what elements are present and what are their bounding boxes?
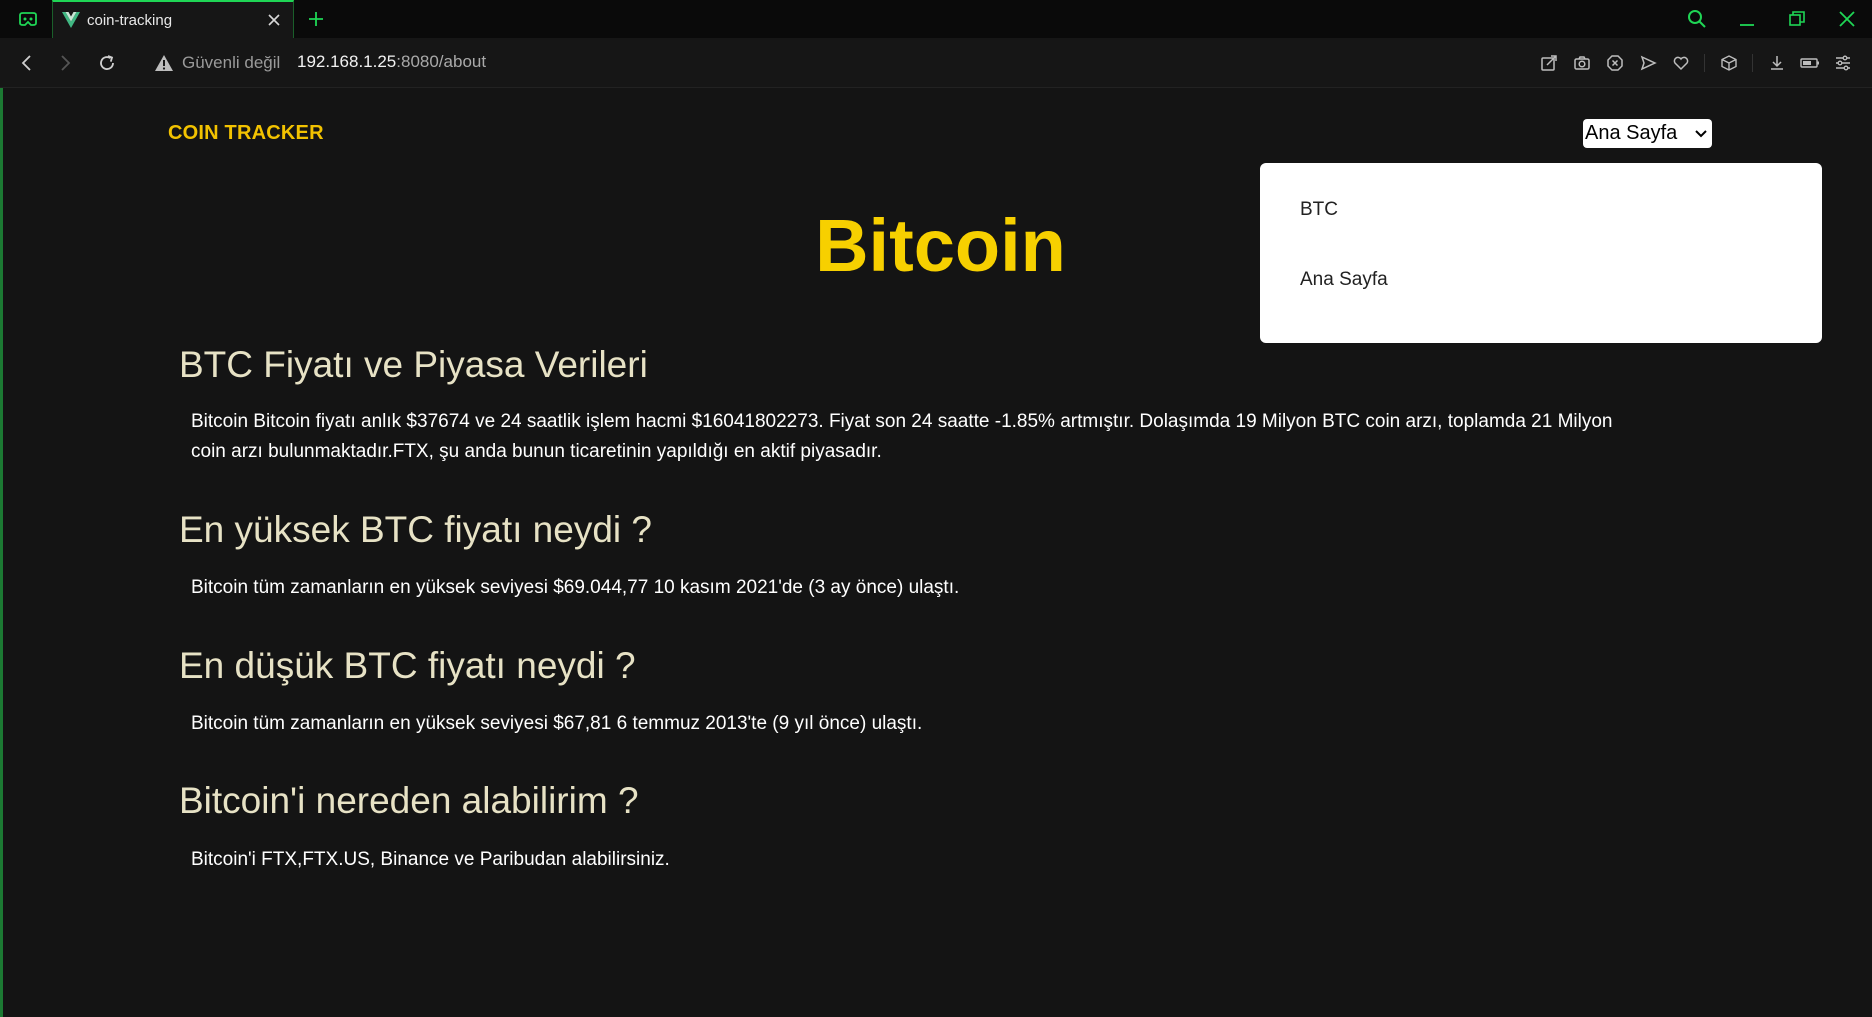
adblock-icon[interactable] — [1603, 51, 1626, 74]
reload-icon[interactable] — [94, 50, 120, 76]
url-host: 192.168.1.25 — [297, 52, 397, 71]
security-label: Güvenli değil — [182, 53, 281, 72]
close-window-icon[interactable] — [1834, 6, 1860, 32]
chevron-down-icon — [1690, 123, 1712, 145]
warning-icon — [155, 55, 173, 71]
security-indicator[interactable]: Güvenli değil — [154, 52, 280, 74]
section-text-lowest: Bitcoin tüm zamanların en yüksek seviyes… — [191, 713, 923, 734]
heart-icon[interactable] — [1669, 51, 1692, 74]
cube-icon[interactable] — [1717, 51, 1740, 74]
download-icon[interactable] — [1765, 51, 1788, 74]
address-bar: Güvenli değil 192.168.1.25:8080/about — [0, 38, 1872, 88]
forward-arrow-icon[interactable] — [52, 50, 78, 76]
section-text-market-line2: coin arzı bulunmaktadır.FTX, şu anda bun… — [191, 441, 882, 462]
browser-menu-icon[interactable] — [10, 7, 46, 31]
share-icon[interactable] — [1537, 51, 1560, 74]
section-heading-lowest: En düşük BTC fiyatı neydi ? — [179, 645, 636, 686]
url-path: :8080/about — [396, 52, 487, 71]
vue-logo-icon — [61, 10, 81, 30]
tab-coin-tracking[interactable]: coin-tracking — [52, 0, 294, 38]
section-heading-where-to-buy: Bitcoin'i nereden alabilirim ? — [179, 780, 639, 821]
toolbar-divider — [1752, 53, 1753, 72]
url-field[interactable]: 192.168.1.25:8080/about — [297, 52, 486, 72]
select-value: Ana Sayfa — [1585, 122, 1678, 144]
tab-close-icon[interactable] — [261, 7, 287, 33]
tab-title: coin-tracking — [87, 11, 173, 29]
restore-icon[interactable] — [1784, 6, 1810, 32]
section-text-where-to-buy: Bitcoin'i FTX,FTX.US, Binance ve Paribud… — [191, 849, 670, 870]
toolbar-divider — [1704, 53, 1705, 72]
back-arrow-icon[interactable] — [14, 50, 40, 76]
section-heading-highest: En yüksek BTC fiyatı neydi ? — [179, 509, 652, 550]
page-title: Bitcoin — [815, 204, 1066, 287]
camera-icon[interactable] — [1570, 51, 1593, 74]
new-tab-plus-icon[interactable] — [304, 7, 328, 31]
battery-icon[interactable] — [1798, 51, 1821, 74]
minimize-icon[interactable] — [1734, 6, 1760, 32]
search-icon[interactable] — [1684, 6, 1710, 32]
browser-toolbar — [1537, 51, 1854, 74]
browser-tab-bar: coin-tracking — [0, 0, 1872, 38]
brand-logo-text[interactable]: COIN TRACKER — [168, 122, 324, 145]
section-text-highest: Bitcoin tüm zamanların en yüksek seviyes… — [191, 577, 960, 598]
page-select[interactable]: Ana Sayfa — [1583, 119, 1712, 148]
easy-setup-icon[interactable] — [1831, 51, 1854, 74]
page-content: COIN TRACKER Ana Sayfa BTC Ana Sayfa Bit… — [3, 88, 1872, 1017]
send-icon[interactable] — [1636, 51, 1659, 74]
section-text-market-line1: Bitcoin Bitcoin fiyatı anlık $37674 ve 2… — [191, 411, 1613, 432]
section-heading-market: BTC Fiyatı ve Piyasa Verileri — [179, 344, 648, 385]
